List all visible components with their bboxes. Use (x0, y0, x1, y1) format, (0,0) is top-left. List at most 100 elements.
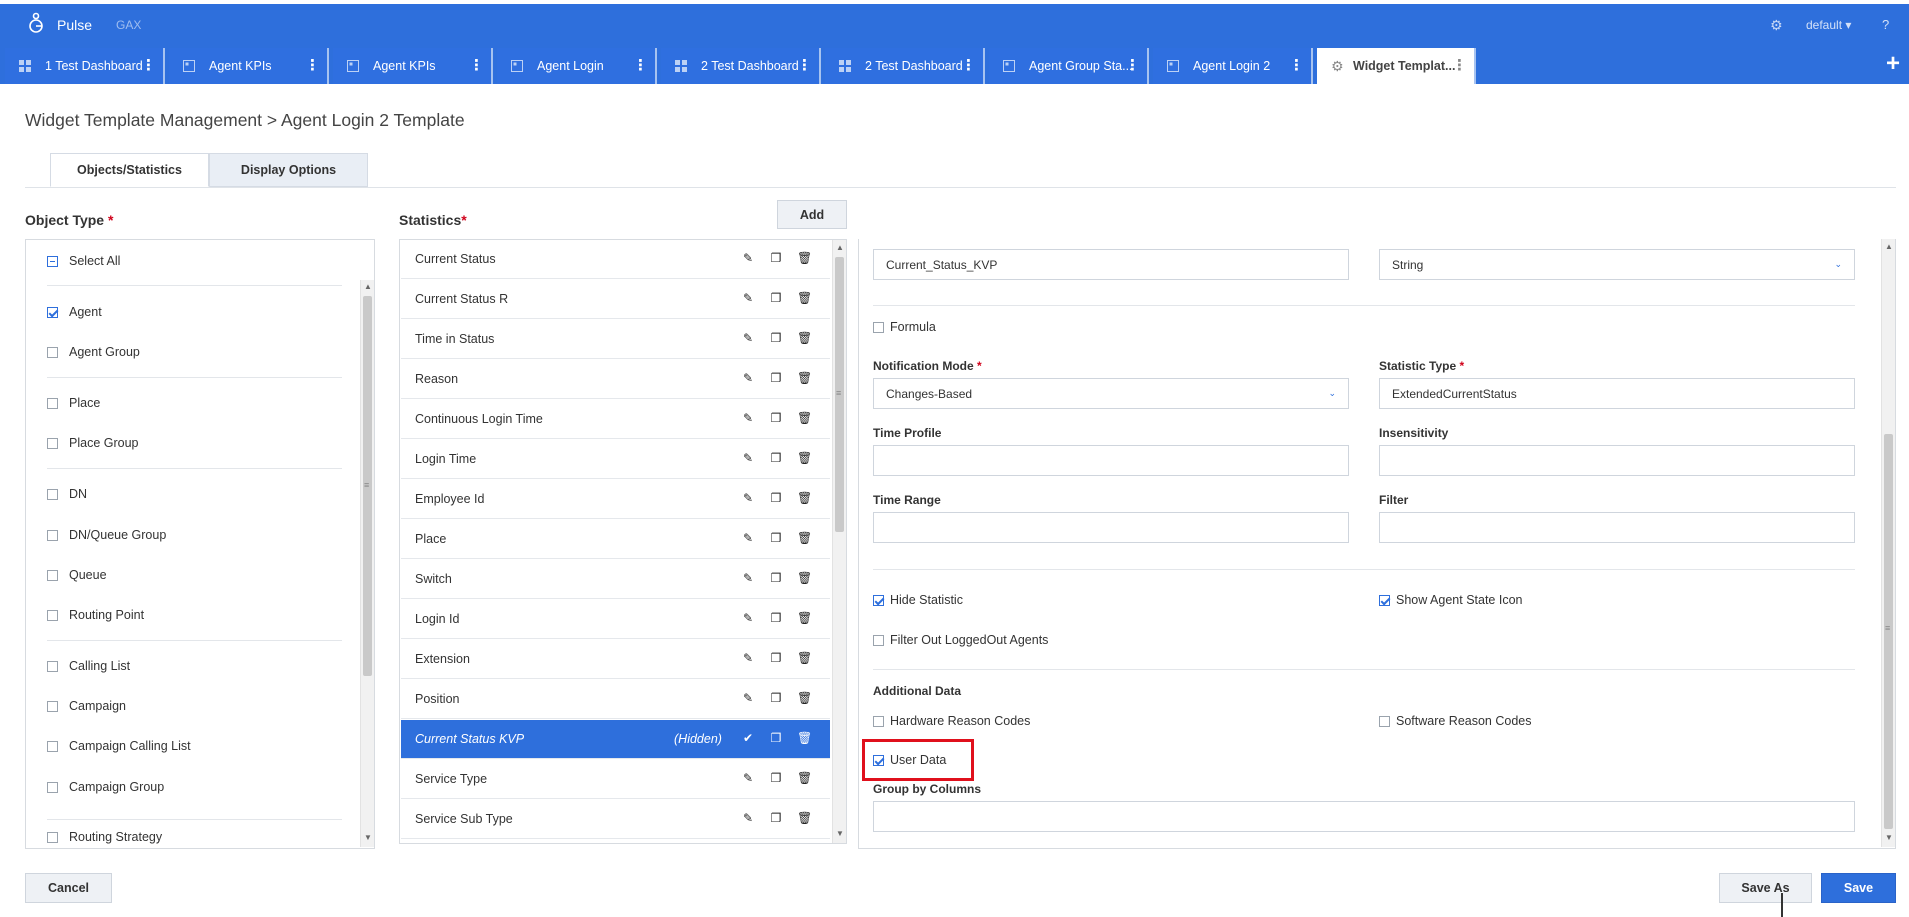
statistic-row[interactable]: Position ✎ ❐ 🗑 (401, 680, 830, 719)
tab-7[interactable]: Agent Login 2 ⋮ (1153, 48, 1313, 84)
statistic-row[interactable]: Reason ✎ ❐ 🗑 (401, 360, 830, 399)
tab-display-options[interactable]: Display Options (209, 153, 368, 187)
tab-4[interactable]: 2 Test Dashboard ⋮ (661, 48, 821, 84)
delete-trash-icon[interactable]: 🗑 (797, 251, 812, 265)
delete-trash-icon[interactable]: 🗑 (797, 291, 812, 305)
object-type-item[interactable]: Campaign Group (47, 777, 164, 797)
group-by-columns-field[interactable] (873, 801, 1855, 832)
copy-icon[interactable]: ❐ (769, 611, 783, 625)
statistic-row[interactable]: Continuous Login Time ✎ ❐ 🗑 (401, 400, 830, 439)
object-type-item[interactable]: Routing Point (47, 605, 144, 625)
object-type-item[interactable]: Calling List (47, 656, 130, 676)
delete-trash-icon[interactable]: 🗑 (797, 331, 812, 345)
delete-trash-icon[interactable]: 🗑 (797, 691, 812, 705)
tab-menu-icon[interactable]: ⋮ (305, 58, 320, 73)
statistic-row[interactable]: Current Status R ✎ ❐ 🗑 (401, 280, 830, 319)
statistic-row[interactable]: Time in Status ✎ ❐ 🗑 (401, 320, 830, 359)
object-type-item[interactable]: Routing Strategy (47, 827, 162, 847)
edit-pencil-icon[interactable]: ✎ (741, 571, 755, 585)
scroll-down-arrow-icon[interactable]: ▼ (364, 833, 372, 842)
filter-field[interactable] (1379, 512, 1855, 543)
delete-trash-icon[interactable]: 🗑 (797, 651, 812, 665)
object-type-item[interactable]: Place Group (47, 433, 138, 453)
insensitivity-field[interactable] (1379, 445, 1855, 476)
statistic-row[interactable]: Employee Id ✎ ❐ 🗑 (401, 480, 830, 519)
tab-3[interactable]: Agent Login ⋮ (497, 48, 657, 84)
edit-pencil-icon[interactable]: ✎ (741, 691, 755, 705)
tab-menu-icon[interactable]: ⋮ (633, 58, 648, 73)
statistic-row[interactable]: Login Id ✎ ❐ 🗑 (401, 600, 830, 639)
object-type-item[interactable]: Campaign Calling List (47, 736, 191, 756)
help-icon[interactable]: ? (1882, 17, 1889, 32)
object-list-scrollbar[interactable]: ▲ ≡ ▼ (360, 280, 374, 847)
save-button[interactable]: Save (1821, 873, 1896, 903)
delete-trash-icon[interactable]: 🗑 (797, 611, 812, 625)
edit-pencil-icon[interactable]: ✎ (741, 771, 755, 785)
copy-icon[interactable]: ❐ (769, 411, 783, 425)
edit-pencil-icon[interactable]: ✎ (741, 371, 755, 385)
tab-menu-icon[interactable]: ⋮ (469, 58, 484, 73)
tenant-dropdown[interactable]: default ▾ (1806, 18, 1851, 32)
object-type-item[interactable]: Queue (47, 565, 107, 585)
save-as-button[interactable]: Save As (1719, 873, 1812, 903)
copy-icon[interactable]: ❐ (769, 491, 783, 505)
time-profile-field[interactable] (873, 445, 1349, 476)
cancel-button[interactable]: Cancel (25, 873, 112, 903)
settings-gear-icon[interactable]: ⚙ (1770, 17, 1783, 34)
edit-pencil-icon[interactable]: ✎ (741, 811, 755, 825)
formula-checkbox[interactable]: Formula (873, 318, 936, 336)
copy-icon[interactable]: ❐ (769, 331, 783, 345)
statistic-row[interactable]: Current Status ✎ ❐ 🗑 (401, 240, 830, 279)
delete-trash-icon[interactable]: 🗑 (797, 411, 812, 425)
edit-pencil-icon[interactable]: ✎ (741, 651, 755, 665)
delete-trash-icon[interactable]: 🗑 (797, 531, 812, 545)
tab-2[interactable]: Agent KPIs ⋮ (333, 48, 493, 84)
delete-trash-icon[interactable]: 🗑 (797, 371, 812, 385)
copy-icon[interactable]: ❐ (769, 731, 783, 745)
edit-pencil-icon[interactable]: ✎ (741, 491, 755, 505)
tab-1[interactable]: Agent KPIs ⋮ (169, 48, 329, 84)
edit-pencil-icon[interactable]: ✎ (741, 531, 755, 545)
delete-trash-icon[interactable]: 🗑 (797, 451, 812, 465)
statistic-type-field[interactable]: ExtendedCurrentStatus (1379, 378, 1855, 409)
software-reason-codes-checkbox[interactable]: Software Reason Codes (1379, 712, 1532, 730)
copy-icon[interactable]: ❐ (769, 571, 783, 585)
statistic-row[interactable]: Service Type ✎ ❐ 🗑 (401, 760, 830, 799)
object-type-item[interactable]: DN/Queue Group (47, 525, 166, 545)
copy-icon[interactable]: ❐ (769, 651, 783, 665)
edit-pencil-icon[interactable]: ✎ (741, 611, 755, 625)
tab-menu-icon[interactable]: ⋮ (1452, 58, 1467, 73)
hide-statistic-checkbox[interactable]: Hide Statistic (873, 591, 963, 609)
display-format-select[interactable]: String ⌄ (1379, 249, 1855, 280)
tab-0[interactable]: 1 Test Dashboard ⋮ (5, 48, 165, 84)
statistics-scrollbar[interactable]: ▲ ≡ ▼ (832, 240, 846, 843)
edit-pencil-icon[interactable]: ✎ (741, 251, 755, 265)
edit-pencil-icon[interactable]: ✎ (741, 411, 755, 425)
add-tab-button[interactable]: + (1886, 52, 1900, 76)
show-agent-state-icon-checkbox[interactable]: Show Agent State Icon (1379, 591, 1522, 609)
object-type-item[interactable]: Campaign (47, 696, 126, 716)
edit-pencil-icon[interactable]: ✎ (741, 291, 755, 305)
add-statistic-button[interactable]: Add (777, 200, 847, 229)
details-scrollbar[interactable]: ▲ ≡ ▼ (1881, 239, 1895, 847)
object-type-item[interactable]: Agent (47, 302, 102, 322)
edit-pencil-icon[interactable]: ✎ (741, 331, 755, 345)
delete-trash-icon[interactable]: 🗑 (797, 731, 812, 745)
tab-menu-icon[interactable]: ⋮ (141, 58, 156, 73)
tab-5[interactable]: 2 Test Dashboard ⋮ (825, 48, 985, 84)
gax-link[interactable]: GAX (116, 18, 141, 32)
delete-trash-icon[interactable]: 🗑 (797, 571, 812, 585)
scroll-up-arrow-icon[interactable]: ▲ (1885, 242, 1893, 251)
delete-trash-icon[interactable]: 🗑 (797, 811, 812, 825)
tab-menu-icon[interactable]: ⋮ (1125, 58, 1140, 73)
object-type-item[interactable]: DN (47, 484, 87, 504)
alias-field[interactable]: Current_Status_KVP (873, 249, 1349, 280)
scroll-up-arrow-icon[interactable]: ▲ (836, 243, 844, 252)
copy-icon[interactable]: ❐ (769, 451, 783, 465)
scroll-down-arrow-icon[interactable]: ▼ (1885, 833, 1893, 842)
delete-trash-icon[interactable]: 🗑 (797, 491, 812, 505)
copy-icon[interactable]: ❐ (769, 251, 783, 265)
app-brand[interactable]: Pulse (57, 17, 92, 33)
delete-trash-icon[interactable]: 🗑 (797, 771, 812, 785)
statistic-row[interactable]: Service Sub Type ✎ ❐ 🗑 (401, 800, 830, 839)
